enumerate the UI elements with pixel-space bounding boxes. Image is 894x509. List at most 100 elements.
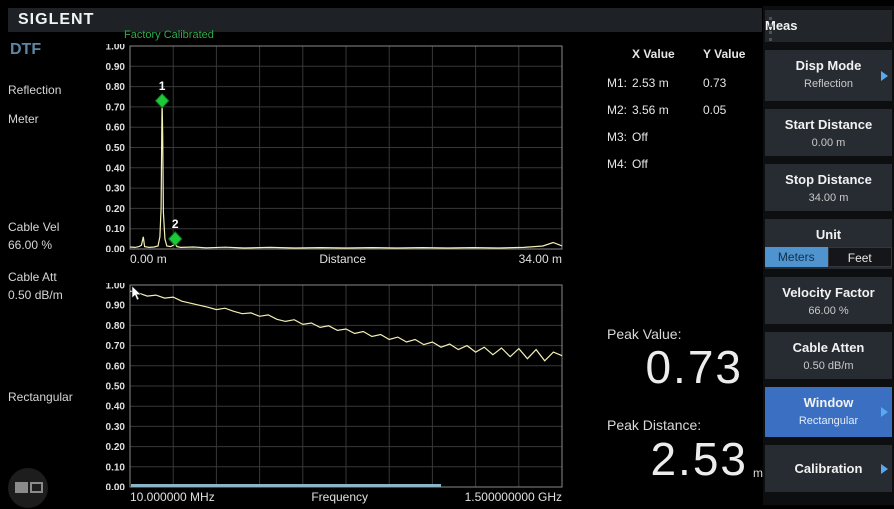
instrument-screen: SIGLENT DTF Reflection Meter Cable Vel 6… bbox=[0, 0, 894, 509]
window-type-label: Rectangular bbox=[8, 390, 73, 404]
cable-vel-value: 66.00 % bbox=[8, 238, 52, 252]
svg-text:0.40: 0.40 bbox=[106, 402, 126, 413]
siglent-logo: SIGLENT bbox=[18, 11, 94, 29]
marker-row-yvalue: 0.73 bbox=[703, 76, 763, 90]
marker-col-x-header: X Value bbox=[632, 47, 702, 61]
button-title: Window bbox=[765, 387, 892, 410]
svg-text:1: 1 bbox=[159, 79, 166, 93]
cable-vel-label: Cable Vel bbox=[8, 220, 59, 234]
layout-pane-icon bbox=[15, 482, 28, 493]
button-title: Calibration bbox=[765, 445, 892, 476]
velocity-factor-button[interactable]: Velocity Factor 66.00 % bbox=[765, 277, 892, 324]
svg-text:0.90: 0.90 bbox=[106, 62, 126, 73]
cable-att-value: 0.50 dB/m bbox=[8, 288, 63, 302]
submenu-arrow-icon bbox=[881, 407, 888, 417]
top-bar: SIGLENT bbox=[8, 8, 762, 32]
menu-sidebar: Meas Disp Mode Reflection Start Distance… bbox=[763, 6, 894, 505]
marker-row-xvalue: 3.56 m bbox=[632, 103, 702, 117]
svg-text:0.50: 0.50 bbox=[106, 143, 126, 154]
unit-toggle: Meters Feet bbox=[765, 247, 892, 267]
peak-value: 0.73 bbox=[618, 340, 743, 394]
marker-row-yvalue: 0.05 bbox=[703, 103, 763, 117]
svg-text:0.30: 0.30 bbox=[106, 184, 126, 195]
svg-text:0.70: 0.70 bbox=[106, 341, 126, 352]
calibration-status: Factory Calibrated bbox=[124, 29, 214, 41]
peak-distance-unit: m bbox=[753, 466, 763, 480]
unit-option-feet[interactable]: Feet bbox=[828, 247, 893, 267]
start-distance-button[interactable]: Start Distance 0.00 m bbox=[765, 109, 892, 156]
svg-text:0.10: 0.10 bbox=[106, 224, 126, 235]
unit-button: Unit Meters Feet bbox=[765, 219, 892, 269]
button-title: Start Distance bbox=[765, 109, 892, 132]
marker-row-label: M1: bbox=[607, 76, 631, 90]
svg-text:0.50: 0.50 bbox=[106, 382, 126, 393]
svg-text:0.80: 0.80 bbox=[106, 321, 126, 332]
marker-row-xvalue: 2.53 m bbox=[632, 76, 702, 90]
button-title: Stop Distance bbox=[765, 164, 892, 187]
marker-col-y-header: Y Value bbox=[703, 47, 763, 61]
marker-row-label: M4: bbox=[607, 157, 631, 171]
button-value: 66.00 % bbox=[765, 300, 892, 317]
menu-title: Meas bbox=[765, 10, 892, 33]
menu-handle-dots-icon bbox=[769, 17, 773, 45]
menu-header: Meas bbox=[765, 10, 892, 42]
marker-row-label: M2: bbox=[607, 103, 631, 117]
submenu-arrow-icon bbox=[881, 71, 888, 81]
svg-text:0.00: 0.00 bbox=[106, 245, 126, 253]
svg-text:0.20: 0.20 bbox=[106, 204, 126, 215]
dtf-chart-x-axis: 0.00 m Distance 34.00 m bbox=[130, 252, 562, 266]
stop-distance-button[interactable]: Stop Distance 34.00 m bbox=[765, 164, 892, 211]
button-value: 0.50 dB/m bbox=[765, 355, 892, 372]
svg-text:0.40: 0.40 bbox=[106, 163, 126, 174]
unit-option-meters[interactable]: Meters bbox=[765, 247, 828, 267]
svg-text:1.00: 1.00 bbox=[106, 44, 126, 53]
marker-row-label: M3: bbox=[607, 130, 631, 144]
marker-row-xvalue: Off bbox=[632, 157, 702, 171]
peak-distance: 2.53 bbox=[620, 432, 748, 486]
svg-text:0.90: 0.90 bbox=[106, 301, 126, 312]
frequency-chart-plot: 1.00 0.90 0.80 0.70 0.60 0.50 0.40 0.30 0.20 0.10… bbox=[90, 283, 565, 490]
x-axis-title: Frequency bbox=[311, 490, 368, 504]
button-value: 34.00 m bbox=[765, 187, 892, 204]
x-axis-title: Distance bbox=[319, 252, 366, 266]
svg-text:0.60: 0.60 bbox=[106, 361, 126, 372]
svg-text:0.60: 0.60 bbox=[106, 123, 126, 134]
button-value: 0.00 m bbox=[765, 132, 892, 149]
svg-text:0.80: 0.80 bbox=[106, 82, 126, 93]
x-start-label: 0.00 m bbox=[130, 252, 167, 266]
x-start-label: 10.000000 MHz bbox=[130, 490, 215, 504]
layout-pane-icon bbox=[30, 482, 43, 493]
button-title: Cable Atten bbox=[765, 332, 892, 355]
mouse-cursor-icon bbox=[131, 286, 142, 301]
calibration-button[interactable]: Calibration bbox=[765, 445, 892, 492]
mode-label: DTF bbox=[10, 41, 41, 59]
svg-text:2: 2 bbox=[172, 217, 179, 231]
svg-text:0.70: 0.70 bbox=[106, 102, 126, 113]
svg-text:0.30: 0.30 bbox=[106, 422, 126, 433]
dtf-chart: 1.00 0.90 0.80 0.70 0.60 0.50 0.40 0.30 0.20 0.10… bbox=[90, 44, 565, 257]
x-end-label: 34.00 m bbox=[519, 252, 562, 266]
cable-atten-button[interactable]: Cable Atten 0.50 dB/m bbox=[765, 332, 892, 379]
dtf-chart-plot: 1.00 0.90 0.80 0.70 0.60 0.50 0.40 0.30 0.20 0.10… bbox=[90, 44, 565, 252]
unit-mode-label: Meter bbox=[8, 112, 39, 126]
svg-text:1.00: 1.00 bbox=[106, 283, 126, 292]
frequency-chart: 1.00 0.90 0.80 0.70 0.60 0.50 0.40 0.30 0.20 0.10… bbox=[90, 283, 565, 495]
button-title: Disp Mode bbox=[765, 50, 892, 73]
x-end-label: 1.500000000 GHz bbox=[465, 490, 562, 504]
svg-text:0.20: 0.20 bbox=[106, 442, 126, 453]
trace-type-label: Reflection bbox=[8, 83, 61, 97]
svg-text:0.10: 0.10 bbox=[106, 462, 126, 473]
marker-row-xvalue: Off bbox=[632, 130, 702, 144]
submenu-arrow-icon bbox=[881, 464, 888, 474]
svg-text:0.00: 0.00 bbox=[106, 483, 126, 491]
window-button[interactable]: Window Rectangular bbox=[765, 387, 892, 437]
peak-distance-label: Peak Distance: bbox=[607, 417, 701, 433]
frequency-chart-x-axis: 10.000000 MHz Frequency 1.500000000 GHz bbox=[130, 490, 562, 504]
display-layout-button[interactable] bbox=[8, 468, 48, 508]
button-title: Unit bbox=[765, 219, 892, 242]
disp-mode-button[interactable]: Disp Mode Reflection bbox=[765, 50, 892, 101]
button-value: Reflection bbox=[765, 73, 892, 90]
button-value: Rectangular bbox=[765, 410, 892, 427]
cable-att-label: Cable Att bbox=[8, 270, 57, 284]
button-title: Velocity Factor bbox=[765, 277, 892, 300]
